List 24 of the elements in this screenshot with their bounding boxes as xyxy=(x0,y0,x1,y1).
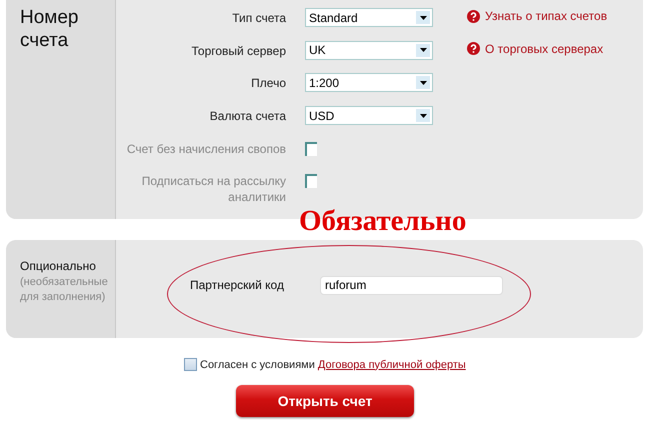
help-icon xyxy=(467,10,480,22)
help-icon xyxy=(467,42,480,56)
input-field[interactable]: ruforum xyxy=(320,276,503,294)
field-label: Подписаться на рассылку аналитики xyxy=(140,173,287,206)
dropdown[interactable]: Standard xyxy=(305,8,433,27)
annotation-text: Обязательно xyxy=(299,205,466,238)
help-link[interactable]: О торговых серверах xyxy=(485,42,604,56)
section-title: Номер счета xyxy=(20,6,80,52)
dropdown[interactable]: 1:200 xyxy=(305,73,433,92)
checkbox[interactable] xyxy=(184,358,197,371)
field-label: Счет без начисления свопов xyxy=(126,140,287,157)
field-label: Торговый сервер xyxy=(190,42,287,59)
section-title: Опционально xyxy=(20,259,97,273)
section-subtitle: (необязательные для заполнения) xyxy=(20,275,109,305)
agreement-text: Согласен с условиями xyxy=(200,358,315,370)
field-label: Тип счета xyxy=(231,10,287,26)
field-label: Валюта счета xyxy=(208,108,287,124)
dropdown[interactable]: UK xyxy=(305,40,433,60)
agreement-link[interactable]: Договора публичной оферты xyxy=(318,358,466,370)
dropdown[interactable]: USD xyxy=(305,106,433,126)
help-link[interactable]: Узнать о типах счетов xyxy=(485,9,608,23)
field-label: Партнерский код xyxy=(190,278,285,292)
field-label: Плечо xyxy=(250,75,287,92)
submit-button[interactable]: Открыть счет xyxy=(236,385,414,417)
